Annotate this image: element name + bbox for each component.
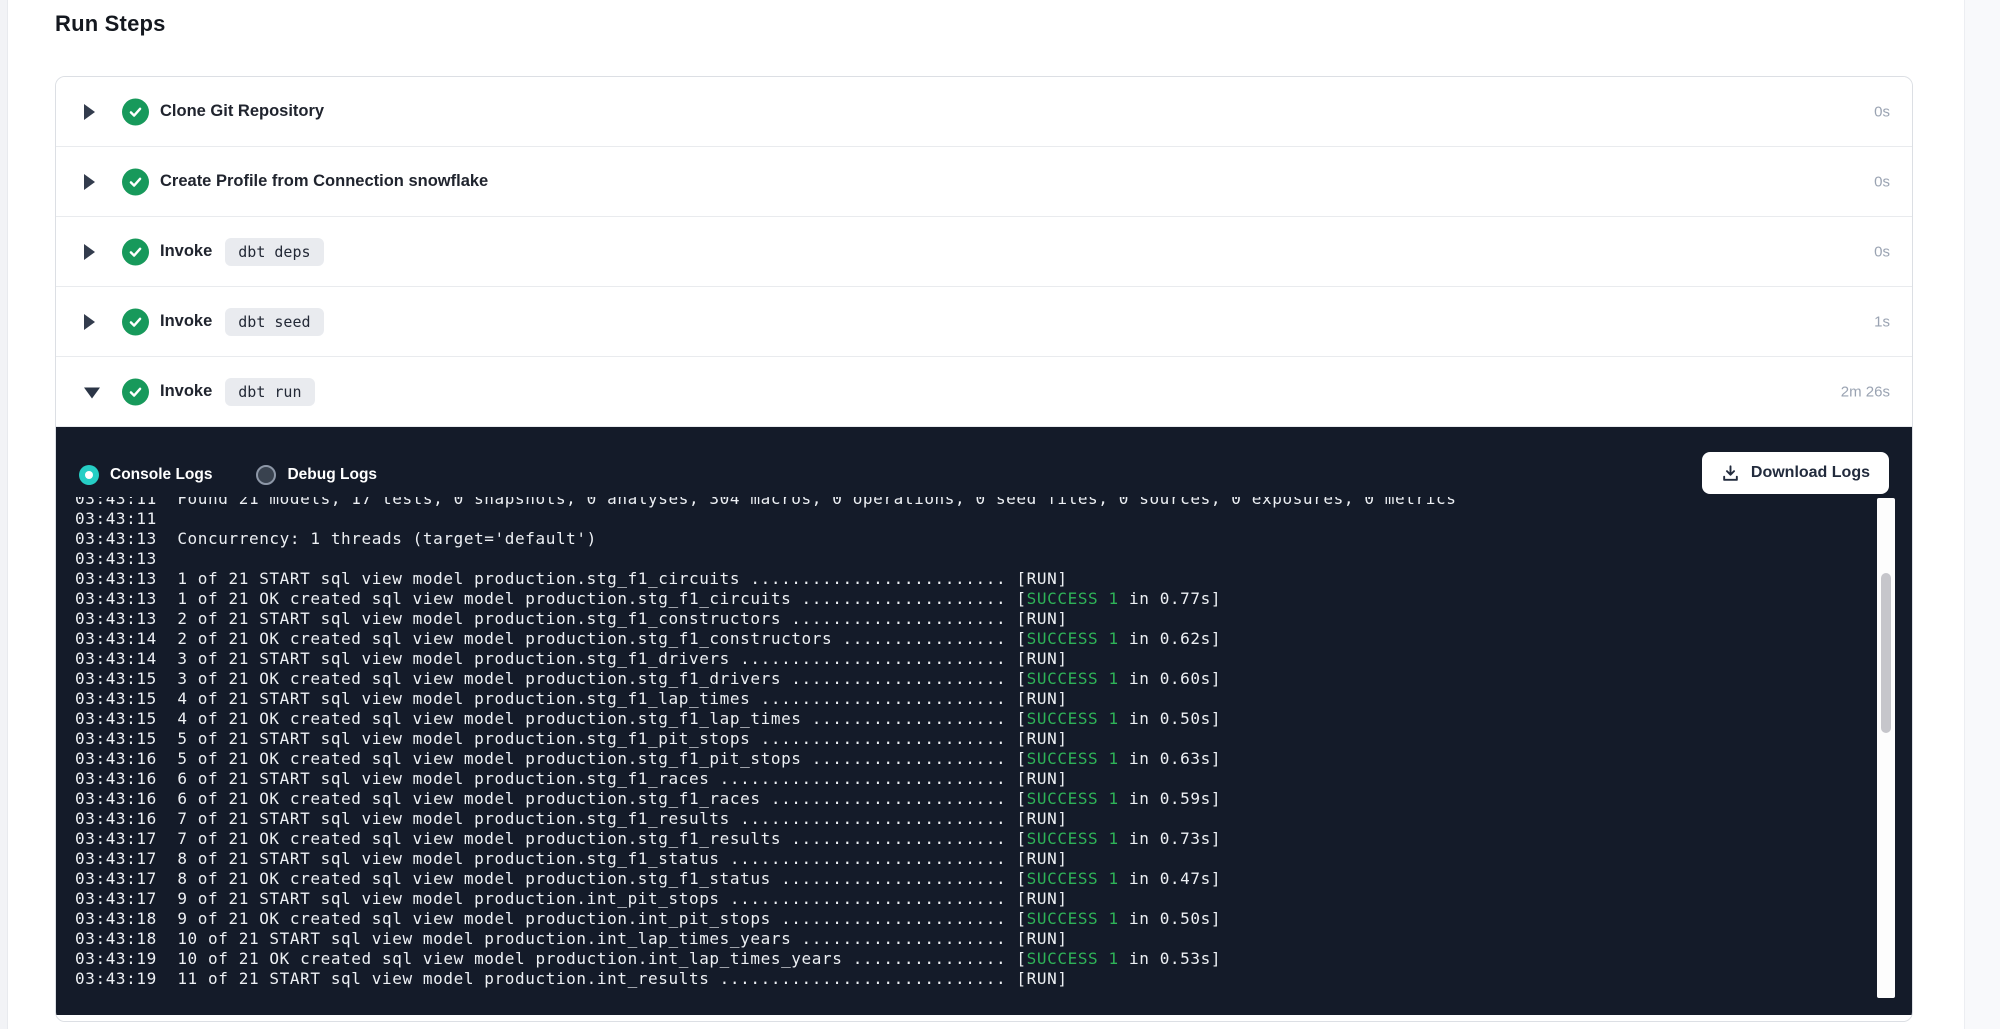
log-line: 03:43:13 xyxy=(75,549,1872,569)
log-line: 03:43:17 8 of 21 START sql view model pr… xyxy=(75,849,1872,869)
step-row-invoke-dbt-deps[interactable]: Invoke dbt deps 0s xyxy=(56,217,1912,287)
step-label: Invoke xyxy=(160,242,212,261)
log-line: 03:43:13 1 of 21 START sql view model pr… xyxy=(75,569,1872,589)
download-icon xyxy=(1721,464,1740,483)
log-line: 03:43:15 4 of 21 OK created sql view mod… xyxy=(75,709,1872,729)
step-row-invoke-dbt-run[interactable]: Invoke dbt run 2m 26s xyxy=(56,357,1912,427)
check-circle-icon xyxy=(122,308,149,335)
log-line: 03:43:19 11 of 21 START sql view model p… xyxy=(75,969,1872,989)
log-line: 03:43:17 9 of 21 START sql view model pr… xyxy=(75,889,1872,909)
page-right-gutter xyxy=(1964,0,2000,1029)
log-line: 03:43:16 6 of 21 START sql view model pr… xyxy=(75,769,1872,789)
log-line: 03:43:16 5 of 21 OK created sql view mod… xyxy=(75,749,1872,769)
log-line: 03:43:18 9 of 21 OK created sql view mod… xyxy=(75,909,1872,929)
step-row-create-profile[interactable]: Create Profile from Connection snowflake… xyxy=(56,147,1912,217)
log-line: 03:43:14 2 of 21 OK created sql view mod… xyxy=(75,629,1872,649)
log-line: 03:43:13 Concurrency: 1 threads (target=… xyxy=(75,529,1872,549)
console-log-output[interactable]: 03:43:11 Found 21 models, 17 tests, 0 sn… xyxy=(75,497,1872,1004)
caret-right-icon[interactable] xyxy=(84,244,95,260)
step-duration: 0s xyxy=(1874,103,1890,120)
command-chip: dbt deps xyxy=(225,238,323,266)
log-lines: 03:43:11 Found 21 models, 17 tests, 0 sn… xyxy=(75,497,1872,989)
caret-down-icon[interactable] xyxy=(84,387,100,398)
caret-right-icon[interactable] xyxy=(84,174,95,190)
check-circle-icon xyxy=(122,378,149,405)
log-line: 03:43:11 xyxy=(75,509,1872,529)
log-line: 03:43:13 1 of 21 OK created sql view mod… xyxy=(75,589,1872,609)
check-circle-icon xyxy=(122,98,149,125)
step-duration: 0s xyxy=(1874,173,1890,190)
step-label: Invoke xyxy=(160,312,212,331)
step-duration: 2m 26s xyxy=(1841,383,1890,400)
step-duration: 1s xyxy=(1874,313,1890,330)
tab-debug-logs[interactable]: Debug Logs xyxy=(256,465,377,485)
log-line: 03:43:14 3 of 21 START sql view model pr… xyxy=(75,649,1872,669)
run-steps-card: Clone Git Repository 0s Create Profile f… xyxy=(55,76,1913,1022)
page-title: Run Steps xyxy=(55,11,166,37)
card-bottom-padding xyxy=(56,1015,1912,1022)
radio-unselected-icon xyxy=(256,465,276,485)
check-circle-icon xyxy=(122,238,149,265)
log-line: 03:43:18 10 of 21 START sql view model p… xyxy=(75,929,1872,949)
radio-selected-icon xyxy=(79,465,99,485)
log-line: 03:43:15 5 of 21 START sql view model pr… xyxy=(75,729,1872,749)
log-scrollbar-track[interactable] xyxy=(1877,498,1895,998)
tab-console-logs[interactable]: Console Logs xyxy=(79,465,212,485)
log-line: 03:43:15 3 of 21 OK created sql view mod… xyxy=(75,669,1872,689)
caret-right-icon[interactable] xyxy=(84,104,95,120)
command-chip: dbt seed xyxy=(225,308,323,336)
log-tabs: Console Logs Debug Logs xyxy=(79,454,377,496)
command-chip: dbt run xyxy=(225,378,314,406)
step-row-clone-git-repository[interactable]: Clone Git Repository 0s xyxy=(56,77,1912,147)
log-line: 03:43:11 Found 21 models, 17 tests, 0 sn… xyxy=(75,497,1872,509)
page-left-gutter xyxy=(0,0,8,1029)
log-line: 03:43:19 10 of 21 OK created sql view mo… xyxy=(75,949,1872,969)
log-line: 03:43:15 4 of 21 START sql view model pr… xyxy=(75,689,1872,709)
log-panel: Console Logs Debug Logs Download Logs 03… xyxy=(56,427,1912,1015)
log-line: 03:43:16 7 of 21 START sql view model pr… xyxy=(75,809,1872,829)
step-label: Invoke xyxy=(160,382,212,401)
log-line: 03:43:17 7 of 21 OK created sql view mod… xyxy=(75,829,1872,849)
log-line: 03:43:16 6 of 21 OK created sql view mod… xyxy=(75,789,1872,809)
log-scrollbar-thumb[interactable] xyxy=(1881,573,1891,733)
log-line: 03:43:13 2 of 21 START sql view model pr… xyxy=(75,609,1872,629)
step-duration: 0s xyxy=(1874,243,1890,260)
step-row-invoke-dbt-seed[interactable]: Invoke dbt seed 1s xyxy=(56,287,1912,357)
download-logs-button[interactable]: Download Logs xyxy=(1702,452,1889,494)
step-label: Clone Git Repository xyxy=(160,102,324,121)
caret-right-icon[interactable] xyxy=(84,314,95,330)
log-line: 03:43:17 8 of 21 OK created sql view mod… xyxy=(75,869,1872,889)
step-label: Create Profile from Connection snowflake xyxy=(160,172,488,191)
check-circle-icon xyxy=(122,168,149,195)
